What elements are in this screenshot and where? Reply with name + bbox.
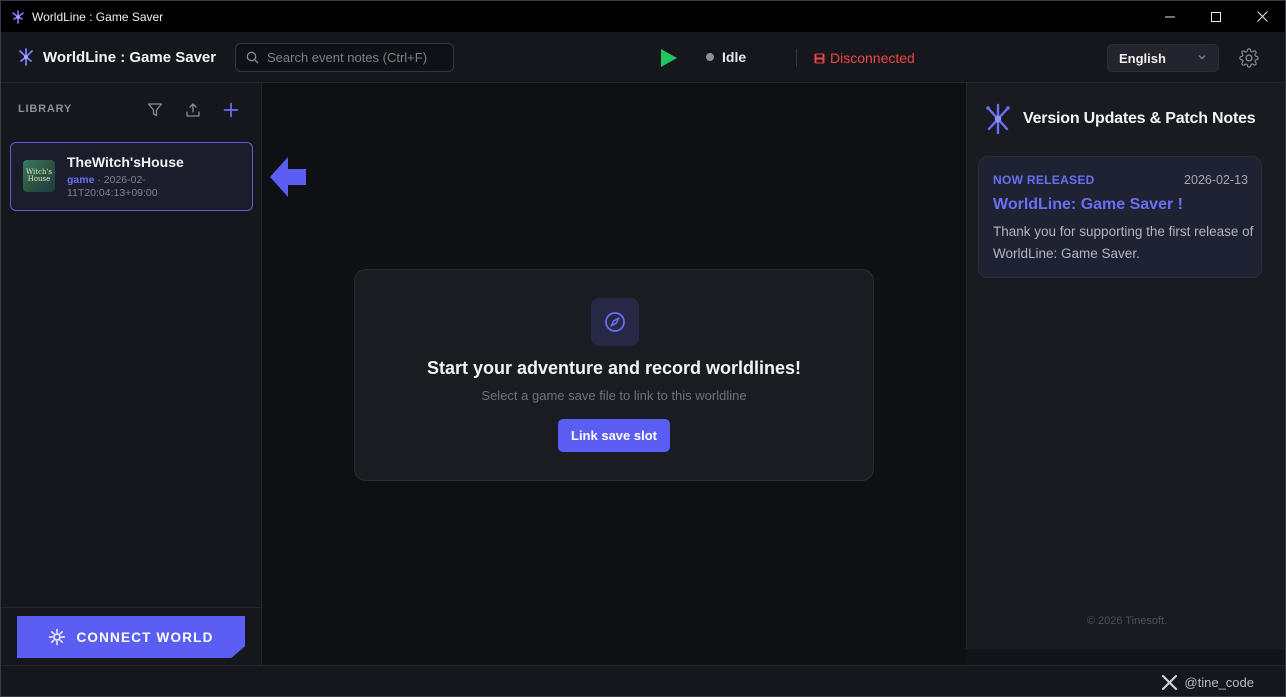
app-logo-icon	[12, 9, 24, 24]
status-footer: @tine_code	[1, 665, 1285, 696]
window-title: WorldLine : Game Saver	[32, 9, 164, 24]
patch-notes-panel: Version Updates & Patch Notes NOW RELEAS…	[966, 83, 1285, 649]
divider	[796, 49, 797, 67]
compass-icon	[605, 312, 625, 332]
social-link[interactable]: @tine_code	[1162, 675, 1254, 690]
brand: WorldLine : Game Saver	[17, 47, 216, 67]
play-button[interactable]	[658, 48, 680, 68]
search-icon	[246, 51, 259, 64]
language-select[interactable]: English	[1107, 44, 1219, 72]
patch-note-card: NOW RELEASED 2026-02-13 WorldLine: Game …	[978, 156, 1262, 278]
close-icon	[1256, 11, 1268, 22]
upload-icon	[186, 103, 200, 117]
empty-state-subtitle: Select a game save file to link to this …	[481, 388, 747, 403]
status-indicator: Idle	[706, 49, 746, 65]
export-button[interactable]	[182, 99, 204, 121]
copyright: © 2026 Tinesoft.	[1086, 615, 1168, 627]
library-heading: LIBRARY	[18, 103, 73, 115]
library-sidebar: LIBRARY Witch's House TheWitch'sHouse ga…	[1, 83, 262, 665]
app-logo-icon	[19, 48, 33, 66]
link-save-slot-button[interactable]: Link save slot	[558, 419, 670, 452]
maximize-button[interactable]	[1193, 1, 1239, 32]
search-box[interactable]	[235, 43, 454, 72]
connect-world-label: CONNECT WORLD	[76, 629, 214, 645]
status-label: Idle	[722, 49, 747, 65]
game-title: TheWitch'sHouse	[67, 154, 184, 170]
minimize-button[interactable]	[1147, 1, 1193, 32]
status-dot	[706, 53, 714, 61]
settings-gear-icon[interactable]	[1239, 48, 1259, 68]
brand-title: WorldLine : Game Saver	[43, 48, 217, 66]
library-item[interactable]: Witch's House TheWitch'sHouse game · 202…	[10, 142, 253, 211]
connect-area: CONNECT WORLD	[1, 607, 261, 665]
main-area: Start your adventure and record worldlin…	[262, 83, 966, 665]
connection-label: Disconnected	[830, 50, 915, 66]
maximize-icon	[1211, 11, 1221, 22]
connection-status: Disconnected	[814, 50, 915, 66]
social-handle: @tine_code	[1184, 675, 1254, 690]
app-window: WorldLine : Game Saver WorldLine : Game …	[0, 0, 1286, 697]
search-input[interactable]	[267, 50, 447, 65]
connect-world-button[interactable]: CONNECT WORLD	[17, 616, 245, 658]
release-body: Thank you for supporting the first relea…	[993, 224, 1254, 261]
app-logo-icon	[986, 103, 1010, 135]
save-disk-icon	[814, 53, 825, 63]
plus-icon	[223, 102, 239, 118]
game-thumbnail: Witch's House	[23, 160, 55, 192]
filter-button[interactable]	[144, 99, 166, 121]
connect-spark-icon	[49, 628, 66, 646]
patch-notes-title: Version Updates & Patch Notes	[1023, 110, 1256, 127]
language-label: English	[1119, 50, 1166, 66]
empty-state-card: Start your adventure and record worldlin…	[354, 269, 874, 481]
game-meta: game · 2026-02-11T20:04:13+09:00	[67, 174, 187, 200]
minimize-icon	[1165, 16, 1175, 17]
close-button[interactable]	[1239, 1, 1285, 32]
compass-icon-box	[591, 298, 639, 346]
add-game-button[interactable]	[220, 99, 242, 121]
title-bar: WorldLine : Game Saver	[1, 1, 1285, 32]
filter-icon	[147, 103, 163, 117]
release-tag: NOW RELEASED	[993, 173, 1095, 187]
game-tag: game	[67, 174, 95, 186]
empty-state-title: Start your adventure and record worldlin…	[426, 358, 802, 378]
x-logo-icon	[1162, 675, 1178, 690]
chevron-down-icon	[1198, 55, 1206, 60]
release-title[interactable]: WorldLine: Game Saver !	[993, 196, 1183, 214]
library-toolbar	[144, 99, 242, 121]
patch-notes-header: Version Updates & Patch Notes	[983, 103, 1256, 135]
arrow-left-icon	[270, 157, 306, 197]
release-date: 2026-02-13	[1184, 173, 1248, 187]
app-header: WorldLine : Game Saver Idle Disconnected	[1, 32, 1285, 83]
thumbnail-text: Witch's House	[25, 168, 53, 183]
